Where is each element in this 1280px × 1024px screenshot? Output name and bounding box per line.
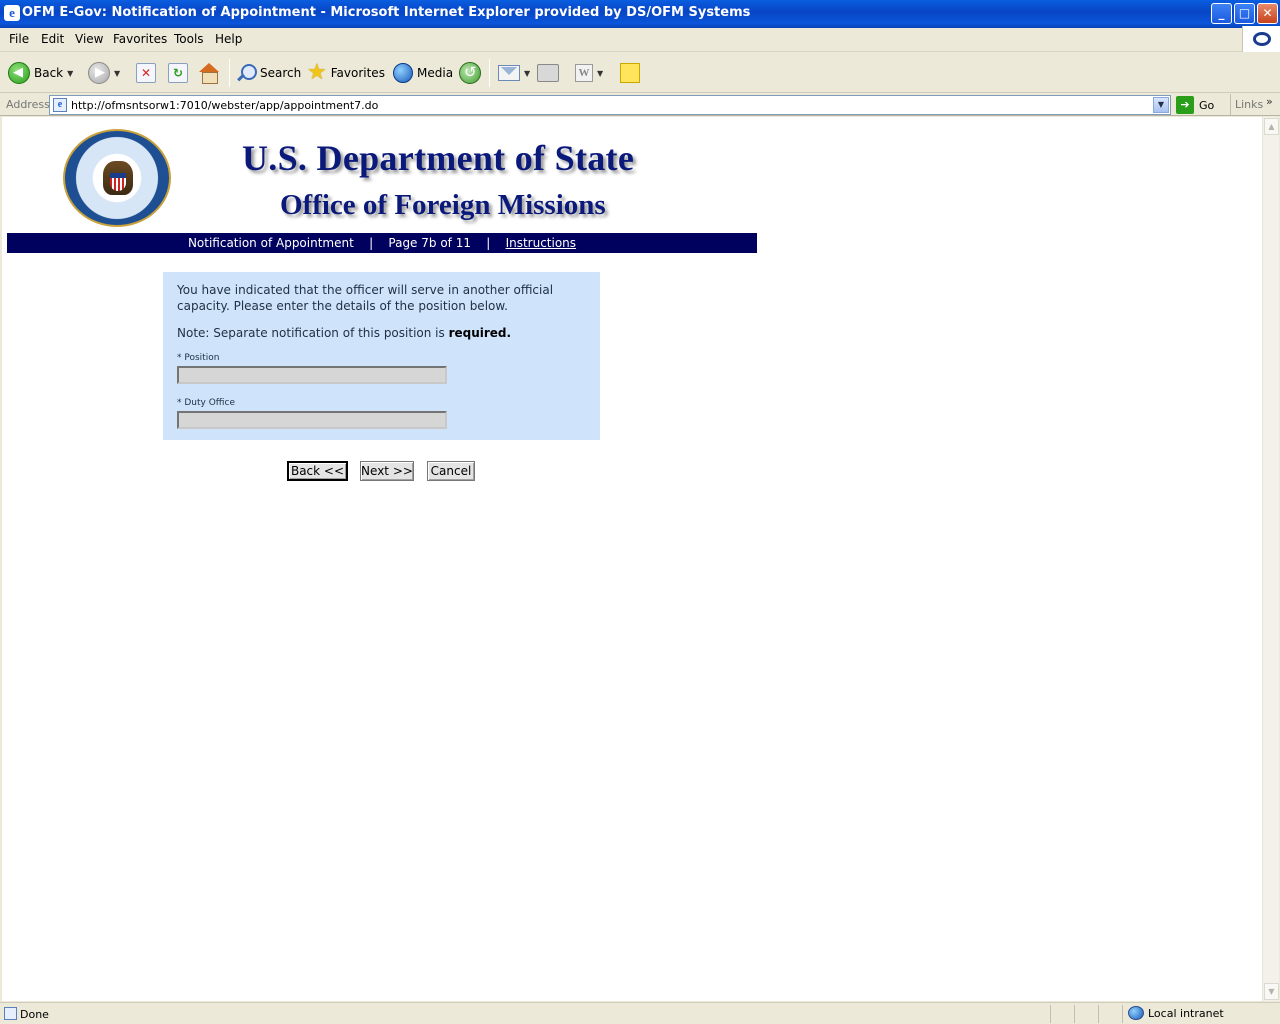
address-dropdown-icon[interactable]: ▼ — [1153, 97, 1169, 113]
address-url[interactable]: http://ofmsntsorw1:7010/webster/app/appo… — [71, 99, 378, 112]
back-button[interactable]: Back ▼ — [8, 60, 73, 86]
refresh-icon: ↻ — [168, 63, 188, 83]
scroll-up-icon[interactable]: ▲ — [1264, 118, 1279, 135]
favorites-label: Favorites — [330, 66, 385, 80]
media-globe-icon — [393, 63, 413, 83]
favorites-button[interactable]: ★ Favorites — [307, 60, 385, 86]
windows-logo-icon — [1242, 26, 1280, 52]
title-bar: e OFM E-Gov: Notification of Appointment… — [0, 0, 1280, 28]
form-note-emphasis: required. — [448, 326, 512, 340]
ie-icon[interactable]: e — [4, 5, 20, 21]
forward-dropdown-icon[interactable]: ▼ — [114, 69, 120, 78]
home-icon — [198, 63, 220, 84]
refresh-button[interactable]: ↻ — [168, 60, 188, 86]
search-icon — [236, 63, 257, 83]
address-label: Address — [6, 98, 50, 111]
nav-section: Notification of Appointment — [187, 236, 354, 250]
duty-office-label: * Duty Office — [177, 398, 235, 408]
page-icon: e — [53, 98, 67, 112]
office-title: Office of Foreign Missions — [280, 189, 606, 221]
menu-favorites[interactable]: Favorites — [113, 32, 167, 46]
status-bar: Done Local intranet — [0, 1002, 1280, 1024]
note-icon — [620, 63, 640, 83]
position-label: * Position — [177, 353, 220, 363]
menu-view[interactable]: View — [75, 32, 103, 46]
search-label: Search — [260, 66, 302, 80]
toolbar-separator — [229, 59, 230, 87]
scroll-down-icon[interactable]: ▼ — [1264, 983, 1279, 1000]
department-seal — [63, 129, 171, 227]
home-button[interactable] — [198, 60, 220, 86]
go-label: Go — [1199, 98, 1215, 112]
print-icon — [537, 64, 559, 82]
menu-bar: File Edit View Favorites Tools Help — [0, 28, 1280, 52]
status-text: Done — [20, 1008, 49, 1021]
vertical-scrollbar[interactable]: ▲ ▼ — [1262, 117, 1279, 1001]
go-arrow-icon: ➔ — [1176, 96, 1194, 114]
menu-help[interactable]: Help — [215, 32, 242, 46]
back-dropdown-icon[interactable]: ▼ — [67, 69, 73, 78]
instructions-link[interactable]: Instructions — [506, 236, 576, 250]
back-label: Back — [34, 66, 64, 80]
edit-word-icon: W — [575, 64, 593, 82]
address-bar: Address e http://ofmsntsorw1:7010/webste… — [0, 94, 1280, 116]
mail-dropdown-icon[interactable]: ▼ — [524, 69, 530, 78]
mail-icon — [498, 65, 520, 81]
status-divider — [1098, 1005, 1099, 1023]
form-intro: You have indicated that the officer will… — [177, 283, 554, 313]
address-input[interactable]: e http://ofmsntsorw1:7010/webster/app/ap… — [49, 95, 1171, 115]
nav-band: Notification of Appointment | Page 7b of… — [7, 233, 757, 253]
mail-button[interactable]: ▼ — [498, 60, 530, 86]
messenger-button[interactable] — [620, 60, 640, 86]
department-title: U.S. Department of State — [242, 138, 635, 178]
intranet-globe-icon — [1128, 1006, 1144, 1020]
close-button[interactable]: ✕ — [1257, 3, 1278, 24]
maximize-button[interactable]: □ — [1234, 3, 1255, 24]
zone-label: Local intranet — [1148, 1006, 1224, 1020]
window-title: OFM E-Gov: Notification of Appointment -… — [22, 5, 751, 20]
shield-icon — [110, 173, 126, 191]
stop-button[interactable]: ✕ — [136, 60, 156, 86]
links-label[interactable]: Links — [1230, 94, 1263, 115]
print-button[interactable] — [537, 60, 559, 86]
menu-edit[interactable]: Edit — [41, 32, 64, 46]
media-button[interactable]: Media — [393, 60, 453, 86]
back-nav-button[interactable]: Back << — [287, 461, 348, 481]
status-page-icon — [4, 1007, 17, 1020]
go-button[interactable]: ➔ Go — [1176, 96, 1214, 114]
nav-page-indicator: Page 7b of 11 — [388, 236, 471, 250]
form-note-prefix: Note: Separate notification of this posi… — [177, 326, 449, 340]
media-label: Media — [417, 66, 454, 80]
edit-dropdown-icon[interactable]: ▼ — [597, 69, 603, 78]
links-chevron-icon[interactable]: » — [1266, 94, 1273, 110]
history-button[interactable] — [459, 60, 481, 86]
page-viewport: U.S. Department of State Office of Forei… — [2, 117, 1262, 1001]
minimize-button[interactable]: _ — [1211, 3, 1232, 24]
form-note: Note: Separate notification of this posi… — [177, 326, 511, 340]
cancel-button[interactable]: Cancel — [427, 461, 475, 481]
forward-button[interactable]: ▼ — [88, 60, 120, 86]
nav-separator: | — [369, 236, 374, 250]
position-input[interactable] — [177, 366, 447, 384]
favorites-star-icon: ★ — [307, 60, 327, 85]
status-divider — [1122, 1005, 1123, 1023]
toolbar: Back ▼ ▼ ✕ ↻ Search ★ Favorites Media ▼ … — [0, 53, 1280, 93]
stop-icon: ✕ — [136, 63, 156, 83]
position-form: You have indicated that the officer will… — [163, 272, 600, 440]
menu-file[interactable]: File — [9, 32, 29, 46]
menu-tools[interactable]: Tools — [174, 32, 204, 46]
history-icon — [459, 62, 481, 84]
toolbar-separator — [489, 59, 490, 87]
status-divider — [1050, 1005, 1051, 1023]
status-divider — [1074, 1005, 1075, 1023]
security-zone[interactable]: Local intranet — [1128, 1006, 1224, 1020]
back-arrow-icon — [8, 62, 30, 84]
nav-separator: | — [486, 236, 491, 250]
forward-arrow-icon — [88, 62, 110, 84]
next-button[interactable]: Next >> — [360, 461, 414, 481]
search-button[interactable]: Search — [236, 60, 301, 86]
edit-button[interactable]: W ▼ — [575, 60, 603, 86]
duty-office-input[interactable] — [177, 411, 447, 429]
